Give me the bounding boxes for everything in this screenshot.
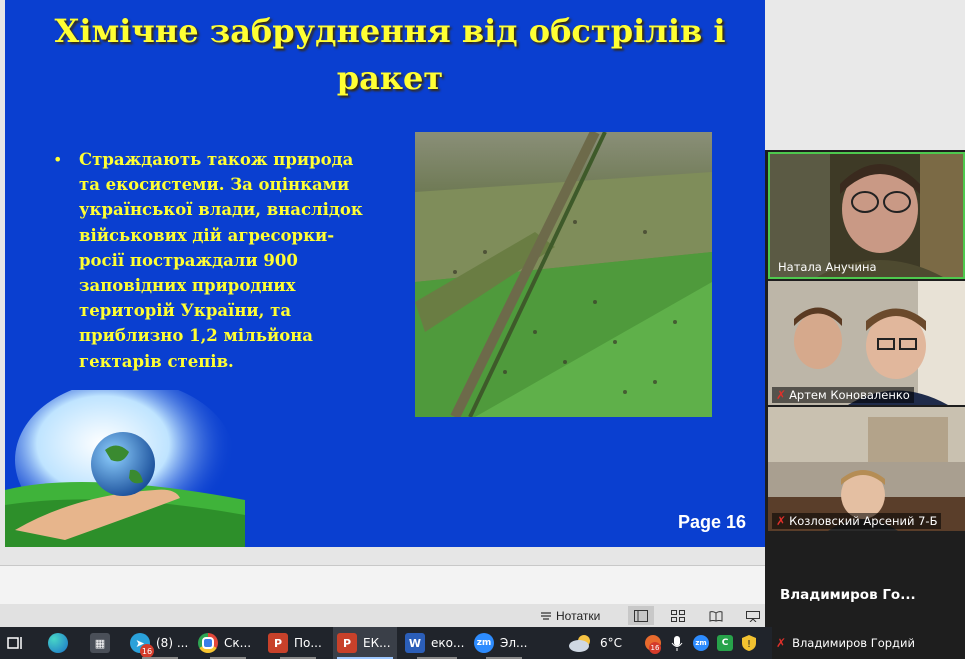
normal-view-icon <box>634 609 648 622</box>
slideshow-icon <box>746 610 760 622</box>
participant-tile[interactable]: ✗ Артем Коноваленко <box>768 281 965 405</box>
powerpoint-icon: P <box>337 633 357 653</box>
reading-view-button[interactable] <box>703 606 729 625</box>
tray-app-green-button[interactable]: C <box>717 627 733 659</box>
edge-icon <box>48 633 68 653</box>
participant-tile[interactable]: ✗ Козловский Арсений 7-Б <box>768 407 965 531</box>
taskbar-telegram[interactable]: ➤ (8) ... 16 <box>130 627 190 659</box>
notes-toggle-button[interactable]: Нотатки <box>540 607 600 625</box>
notes-pane[interactable] <box>0 565 765 605</box>
microphone-tray-button[interactable] <box>670 627 684 659</box>
slide-sorter-icon <box>671 609 685 622</box>
mic-muted-icon: ✗ <box>776 388 787 402</box>
zoom-icon: zm <box>474 633 494 653</box>
security-tray-button[interactable]: ! <box>740 627 758 659</box>
participant-no-video-name[interactable]: Владимиров Го... <box>780 587 916 603</box>
task-view-button[interactable] <box>6 627 24 659</box>
shield-warning-icon: ! <box>742 635 756 651</box>
taskbar-powerpoint-1[interactable]: P По... <box>268 627 328 659</box>
tray-green-icon: C <box>717 635 733 651</box>
slide: Хімічне забруднення від обстрілів і раке… <box>5 0 765 547</box>
zoom-self-label: ✗ Владимиров Гордий <box>772 627 965 659</box>
taskbar-word[interactable]: W еко... <box>405 627 469 659</box>
word-icon: W <box>405 633 425 653</box>
participant-name: Артем Коноваленко <box>789 388 910 402</box>
mic-muted-icon: ✗ <box>776 636 787 650</box>
taskbar-calculator[interactable]: ▦ <box>90 627 110 659</box>
bullet-icon: • <box>53 150 63 169</box>
zoom-participants-panel: Натала Анучина ✗ Артем Коноваленко ✗ Коз… <box>765 150 965 627</box>
notes-label: Нотатки <box>556 609 601 623</box>
taskbar-label: еко... <box>431 636 465 650</box>
weather-widget[interactable]: 6°C <box>568 627 622 659</box>
taskbar-label: По... <box>294 636 322 650</box>
taskbar: ▦ ➤ (8) ... 16 Ск... P По... P ЕК... W е… <box>0 627 965 659</box>
taskbar-chrome[interactable]: Ск... <box>198 627 258 659</box>
task-view-icon <box>7 637 22 649</box>
microphone-icon <box>671 636 683 651</box>
participant-name-label: ✗ Козловский Арсений 7-Б <box>772 513 942 529</box>
powerpoint-window: Хімічне забруднення від обстрілів і раке… <box>0 0 765 627</box>
zoom-tray-icon: zm <box>693 635 709 651</box>
svg-text:!: ! <box>747 639 751 650</box>
notification-badge: 16 <box>140 644 154 658</box>
slide-bullet-text: Страждають також природа та екосистеми. … <box>79 150 363 371</box>
taskbar-edge[interactable] <box>48 627 68 659</box>
status-bar: Нотатки <box>0 604 765 627</box>
taskbar-label: (8) ... <box>156 636 189 650</box>
slide-title: Хімічне забруднення від обстрілів і раке… <box>54 12 726 97</box>
tray-app-button[interactable]: 16 <box>645 627 661 659</box>
chrome-icon <box>198 633 218 653</box>
slide-sorter-button[interactable] <box>665 606 691 625</box>
globe-in-hand-illustration <box>5 390 245 547</box>
zoom-tray-button[interactable]: zm <box>693 627 709 659</box>
taskbar-zoom[interactable]: zm Эл... <box>474 627 534 659</box>
tray-badge: 16 <box>649 642 661 654</box>
participant-name: Козловский Арсений 7-Б <box>789 514 938 528</box>
participant-tile[interactable]: Натала Анучина <box>768 152 965 279</box>
calculator-icon: ▦ <box>90 633 110 653</box>
mic-muted-icon: ✗ <box>776 514 787 528</box>
taskbar-label: Эл... <box>500 636 528 650</box>
normal-view-button[interactable] <box>628 606 654 625</box>
field-photo <box>415 132 712 417</box>
slideshow-button[interactable] <box>740 606 766 625</box>
powerpoint-icon: P <box>268 633 288 653</box>
weather-temperature: 6°C <box>600 636 623 650</box>
notes-icon <box>541 612 551 620</box>
taskbar-label: ЕК... <box>363 636 391 650</box>
taskbar-label: Ск... <box>224 636 252 650</box>
participant-name-label: ✗ Артем Коноваленко <box>772 387 914 403</box>
taskbar-powerpoint-2[interactable]: P ЕК... <box>333 627 397 659</box>
weather-cloud-icon <box>569 635 590 652</box>
participant-name: Натала Анучина <box>778 260 877 274</box>
page-number: Page 16 <box>677 512 746 532</box>
participant-name: Владимиров Гордий <box>792 636 915 650</box>
reading-view-icon <box>709 610 723 622</box>
